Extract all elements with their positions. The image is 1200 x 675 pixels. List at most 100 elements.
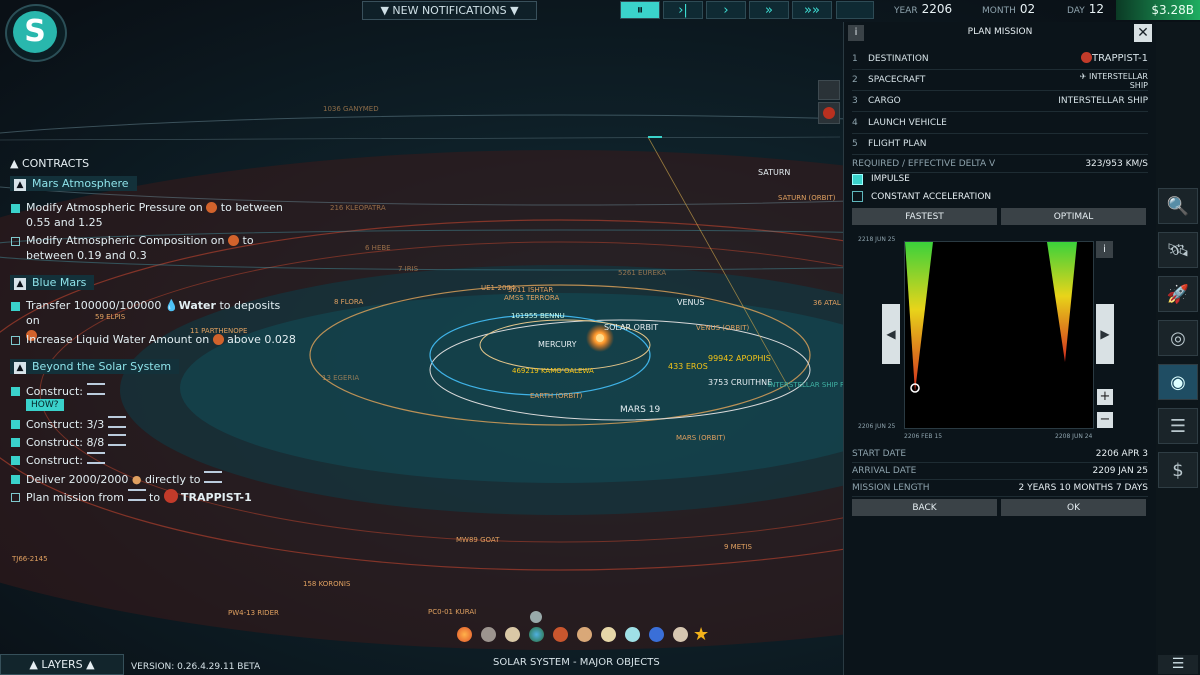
label-koronis[interactable]: 158 KORONIS <box>303 580 350 588</box>
label-ganymed[interactable]: 1036 GANYMED <box>323 105 379 113</box>
label-tj66[interactable]: TJ66-2145 <box>12 555 48 563</box>
row-destination[interactable]: 1 DESTINATION TRAPPIST-1 <box>852 49 1148 70</box>
label-egeria[interactable]: 13 EGERIA <box>322 374 359 382</box>
row-launch-vehicle[interactable]: 4 LAUNCH VEHICLE <box>852 113 1148 134</box>
row-cargo[interactable]: 3 CARGO INTERSTELLAR SHIP <box>852 91 1148 112</box>
chart-info-button[interactable]: i <box>1096 241 1113 258</box>
search-tool-button[interactable]: 🔍 <box>1158 188 1198 224</box>
list-icon: ☰ <box>1169 415 1187 437</box>
satellite-tool-button[interactable]: 🛰 <box>1158 232 1198 268</box>
label-kleopatra[interactable]: 216 KLEOPATRA <box>330 204 386 212</box>
ship-icon <box>86 452 105 464</box>
jupiter-button[interactable] <box>577 627 592 642</box>
label-interstellar[interactable]: INTERSTELLAR SHIP FI <box>768 381 846 389</box>
task-text: Plan mission from to TRAPPIST-1 <box>26 489 252 504</box>
pluto-button[interactable] <box>673 627 688 642</box>
logo[interactable]: S <box>5 4 67 62</box>
speed-step-button[interactable]: ›| <box>663 1 703 19</box>
neptune-button[interactable] <box>649 627 664 642</box>
back-button[interactable]: BACK <box>852 499 997 516</box>
label-earth-orbit[interactable]: EARTH (ORBIT) <box>530 392 582 400</box>
collapse-icon: ▲ <box>14 278 26 290</box>
contracts-header[interactable]: ▲ CONTRACTS <box>10 157 89 170</box>
label-solar-orbit[interactable]: SOLAR ORBIT <box>604 323 658 332</box>
label-iris[interactable]: 7 IRIS <box>398 265 418 273</box>
impulse-checkbox[interactable] <box>852 174 863 185</box>
close-icon: ✕ <box>1137 25 1149 41</box>
saturn-button[interactable] <box>601 627 616 642</box>
uranus-button[interactable] <box>625 627 640 642</box>
label-mars-orbit[interactable]: MARS (ORBIT) <box>676 434 725 442</box>
layers-button[interactable]: ▲ LAYERS ▲ <box>0 654 124 675</box>
zoom-out-button[interactable]: − <box>1097 412 1113 428</box>
label-kurai[interactable]: PC0-01 KURAI <box>428 608 476 616</box>
contract-title-mars-atmosphere[interactable]: ▲ Mars Atmosphere <box>10 176 137 191</box>
mars-button[interactable] <box>553 627 568 642</box>
chart-next-button[interactable]: ▶ <box>1096 304 1114 364</box>
rocket-tool-button[interactable]: 🚀 <box>1158 276 1198 312</box>
label-eros[interactable]: 433 EROS <box>668 362 708 371</box>
finance-tool-button[interactable]: $ <box>1158 452 1198 488</box>
chart-prev-button[interactable]: ◀ <box>882 304 900 364</box>
missions-tool-button[interactable]: ◉ <box>1158 364 1198 400</box>
chevron-down-icon: ▼ <box>506 4 519 17</box>
side-planet-button[interactable] <box>818 80 840 100</box>
speed-1-button[interactable]: › <box>706 1 746 19</box>
moon-icon[interactable] <box>530 611 542 623</box>
side-mars-button[interactable] <box>818 102 840 124</box>
label-kamooalewa[interactable]: 469219 KAMOʻOALEWA <box>512 367 594 375</box>
pause-button[interactable]: ⏸ <box>620 1 660 19</box>
star-button[interactable]: ★ <box>693 624 709 645</box>
orbit-tool-button[interactable]: ◎ <box>1158 320 1198 356</box>
porkchop-plot[interactable] <box>904 241 1094 429</box>
venus-button[interactable] <box>505 627 520 642</box>
row-spacecraft[interactable]: 2 SPACECRAFT ✈ INTERSTELLAR SHIP <box>852 70 1148 91</box>
speed-3-button[interactable]: »» <box>792 1 832 19</box>
label-flora[interactable]: 8 FLORA <box>334 298 363 306</box>
label-ue1[interactable]: UE1-2004 <box>481 284 515 292</box>
optimal-button[interactable]: OPTIMAL <box>1001 208 1146 225</box>
label-venus[interactable]: VENUS <box>677 298 704 307</box>
ship-icon <box>127 489 146 501</box>
zoom-in-button[interactable]: + <box>1097 389 1113 405</box>
label-eureka[interactable]: 5261 EUREKA <box>618 269 666 277</box>
window-2 <box>1047 242 1077 362</box>
label-bennu[interactable]: 101955 BENNU <box>511 312 565 320</box>
constant-acceleration-label: CONSTANT ACCELERATION <box>871 192 992 202</box>
row-flight-plan[interactable]: 5 FLIGHT PLAN <box>852 134 1148 155</box>
label-apophis[interactable]: 99942 APOPHIS <box>708 354 771 363</box>
list-tool-button[interactable]: ☰ <box>1158 408 1198 444</box>
label-saturn-orbit[interactable]: SATURN (ORBIT) <box>778 194 836 202</box>
earth-button[interactable] <box>529 627 544 642</box>
ok-button[interactable]: OK <box>1001 499 1146 516</box>
label-atal[interactable]: 36 ATAL <box>813 299 841 307</box>
label-metis[interactable]: 9 METIS <box>724 543 752 551</box>
triangle-right-icon: ▶ <box>1100 327 1110 341</box>
mercury-button[interactable] <box>481 627 496 642</box>
menu-button[interactable]: ☰ <box>1158 655 1198 674</box>
window-1 <box>905 242 933 392</box>
label-goat[interactable]: MW89 GOAT <box>456 536 499 544</box>
fastest-button[interactable]: FASTEST <box>852 208 997 225</box>
mars-icon <box>212 334 224 345</box>
satellite-icon: 🛰 <box>1166 239 1190 261</box>
label-mercury[interactable]: MERCURY <box>538 340 577 349</box>
speed-2-button[interactable]: » <box>749 1 789 19</box>
contract-title-beyond-solar-system[interactable]: ▲ Beyond the Solar System <box>10 359 180 374</box>
label-rider[interactable]: PW4-13 RIDER <box>228 609 279 617</box>
new-notifications-button[interactable]: ▼ NEW NOTIFICATIONS ▼ <box>362 1 537 20</box>
ship-icon <box>107 416 126 428</box>
task-checkbox <box>11 493 20 502</box>
label-saturn[interactable]: SATURN <box>758 168 790 177</box>
label-hebe[interactable]: 6 HEBE <box>365 244 391 252</box>
how-button[interactable]: HOW? <box>26 399 64 411</box>
sun-button[interactable] <box>457 627 472 642</box>
label-mars[interactable]: MARS 19 <box>620 405 660 415</box>
colonist-icon: ● <box>131 473 142 486</box>
close-button[interactable]: ✕ <box>1134 24 1152 42</box>
label-cruithne[interactable]: 3753 CRUITHNE <box>708 378 772 387</box>
label-terrora[interactable]: AMSS TERRORA <box>504 294 559 302</box>
label-venus-orbit[interactable]: VENUS (ORBIT) <box>696 324 749 332</box>
contract-title-blue-mars[interactable]: ▲ Blue Mars <box>10 275 95 290</box>
constant-acceleration-checkbox[interactable] <box>852 191 863 202</box>
